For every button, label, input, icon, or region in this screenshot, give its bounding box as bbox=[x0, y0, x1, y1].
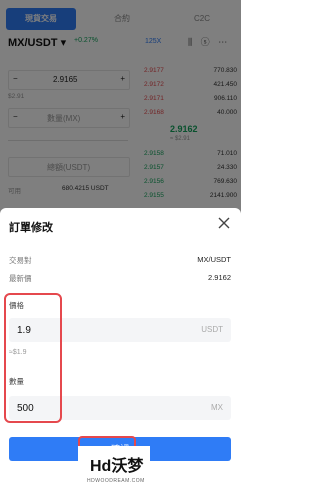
pair-value: MX/USDT bbox=[197, 255, 231, 264]
last-price-label: 最新價 bbox=[9, 274, 32, 283]
watermark-logo: Hd沃梦 bbox=[90, 458, 144, 475]
highlight-box bbox=[4, 293, 62, 423]
price-unit: USDT bbox=[201, 325, 223, 334]
last-price-value: 2.9162 bbox=[208, 273, 231, 282]
close-icon[interactable] bbox=[217, 216, 231, 230]
pair-label: 交易對 bbox=[9, 256, 32, 265]
sheet-title: 訂單修改 bbox=[9, 222, 53, 234]
watermark-text: HDWOODREAM.COM bbox=[87, 478, 145, 484]
quantity-unit: MX bbox=[211, 403, 223, 412]
